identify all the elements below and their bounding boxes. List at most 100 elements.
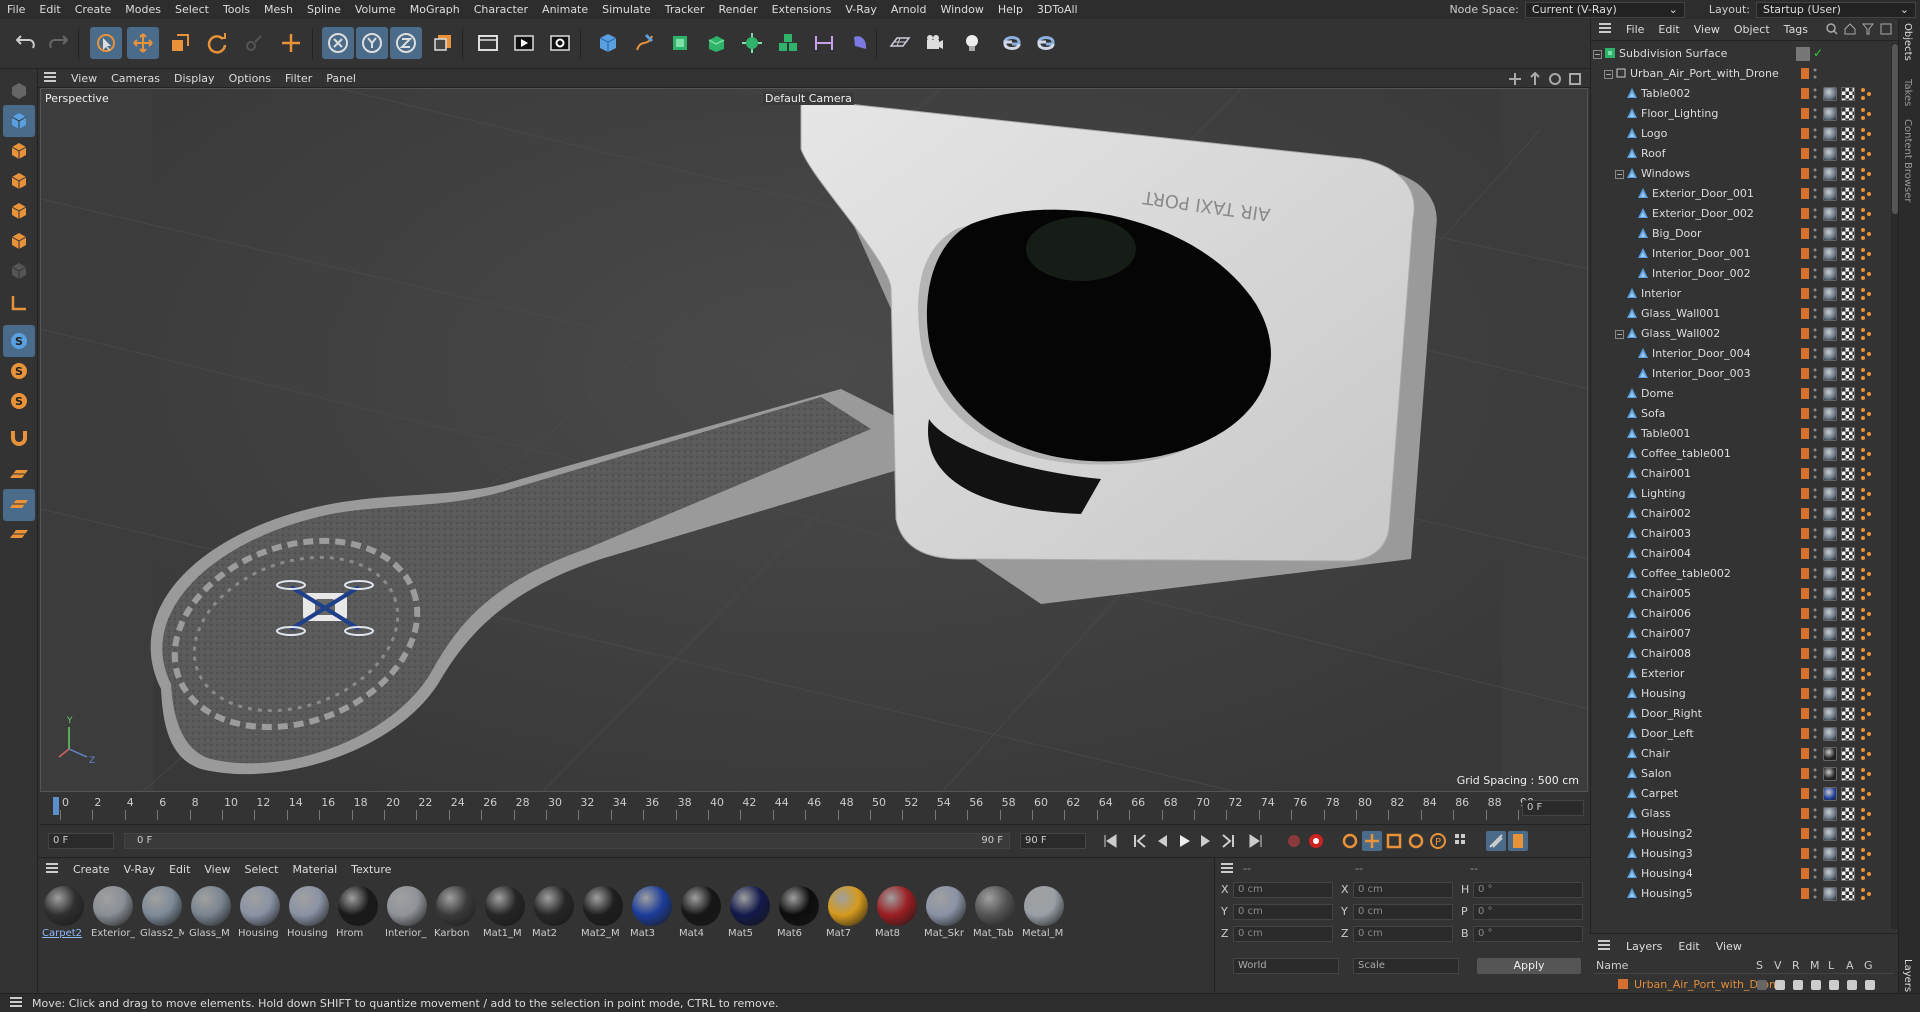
visibility-dots-icon[interactable] bbox=[1813, 527, 1817, 541]
material-tag-icon[interactable] bbox=[1823, 607, 1837, 621]
object-row[interactable]: Chair003 bbox=[1591, 524, 1891, 544]
render-settings-icon[interactable] bbox=[544, 27, 576, 59]
vray-tag-icon[interactable] bbox=[1859, 226, 1873, 245]
layout-dropdown[interactable]: Startup (User) ⌄ bbox=[1756, 1, 1916, 18]
workplane-icon[interactable] bbox=[3, 459, 35, 491]
material-swatch[interactable]: Carpet2 bbox=[42, 884, 86, 944]
layer-color-swatch[interactable] bbox=[1801, 668, 1809, 679]
autokey-icon[interactable] bbox=[1306, 831, 1326, 851]
texture-tag-icon[interactable] bbox=[1841, 187, 1855, 201]
object-name[interactable]: Interior_Door_003 bbox=[1652, 367, 1751, 380]
vray-tag-icon[interactable] bbox=[1859, 706, 1873, 725]
material-tag-icon[interactable] bbox=[1823, 487, 1837, 501]
layer-color-swatch[interactable] bbox=[1801, 288, 1809, 299]
light-icon[interactable] bbox=[956, 27, 988, 59]
texture-tag-icon[interactable] bbox=[1841, 827, 1855, 841]
material-swatch[interactable]: Karbon bbox=[434, 884, 478, 944]
objects-menu-edit[interactable]: Edit bbox=[1651, 23, 1686, 36]
material-tag-icon[interactable] bbox=[1823, 887, 1837, 901]
layer-color-swatch[interactable] bbox=[1801, 728, 1809, 739]
axis-mode-icon[interactable] bbox=[3, 287, 35, 319]
texture-tag-icon[interactable] bbox=[1841, 727, 1855, 741]
material-swatch[interactable]: Mat2 bbox=[532, 884, 576, 944]
x-axis-icon[interactable] bbox=[322, 27, 354, 59]
status-menu-icon[interactable] bbox=[10, 996, 22, 1010]
object-row[interactable]: Coffee_table001 bbox=[1591, 444, 1891, 464]
material-tag-icon[interactable] bbox=[1823, 227, 1837, 241]
menu-edit[interactable]: Edit bbox=[32, 0, 67, 19]
layer-color-swatch[interactable] bbox=[1801, 708, 1809, 719]
visibility-dots-icon[interactable] bbox=[1813, 587, 1817, 601]
material-tag-icon[interactable] bbox=[1823, 747, 1837, 761]
layer-color-swatch[interactable] bbox=[1801, 428, 1809, 439]
material-tag-icon[interactable] bbox=[1823, 847, 1837, 861]
texture-tag-icon[interactable] bbox=[1841, 627, 1855, 641]
menu-render[interactable]: Render bbox=[711, 0, 764, 19]
object-row[interactable]: Glass_Wall002 bbox=[1591, 324, 1891, 344]
visibility-dots-icon[interactable] bbox=[1813, 207, 1817, 221]
object-name[interactable]: Housing4 bbox=[1641, 867, 1693, 880]
object-name[interactable]: Chair003 bbox=[1641, 527, 1691, 540]
texture-tag-icon[interactable] bbox=[1841, 587, 1855, 601]
vray-tag-icon[interactable] bbox=[1859, 486, 1873, 505]
layer-color-swatch[interactable] bbox=[1801, 548, 1809, 559]
visibility-dots-icon[interactable] bbox=[1813, 87, 1817, 101]
layer-color-swatch[interactable] bbox=[1801, 68, 1809, 79]
layer-color-swatch[interactable] bbox=[1801, 688, 1809, 699]
texture-tag-icon[interactable] bbox=[1841, 367, 1855, 381]
material-tag-icon[interactable] bbox=[1823, 767, 1837, 781]
expand-icon[interactable] bbox=[1593, 49, 1602, 59]
expand-icon[interactable] bbox=[1615, 329, 1624, 339]
texture-tag-icon[interactable] bbox=[1841, 747, 1855, 761]
vray-tag-icon[interactable] bbox=[1859, 586, 1873, 605]
position-field[interactable]: 0 cm bbox=[1233, 904, 1333, 920]
material-tag-icon[interactable] bbox=[1823, 147, 1837, 161]
object-name[interactable]: Glass_Wall001 bbox=[1641, 307, 1720, 320]
visibility-dots-icon[interactable] bbox=[1813, 287, 1817, 301]
viewport-menu-display[interactable]: Display bbox=[167, 72, 222, 85]
vray-tag-icon[interactable] bbox=[1859, 166, 1873, 185]
next-key-icon[interactable] bbox=[1218, 831, 1238, 851]
rotation-field[interactable]: 0 ° bbox=[1473, 904, 1583, 920]
material-tag-icon[interactable] bbox=[1823, 387, 1837, 401]
record-disabled-icon[interactable] bbox=[1284, 831, 1304, 851]
object-name[interactable]: Dome bbox=[1641, 387, 1674, 400]
material-tag-icon[interactable] bbox=[1823, 527, 1837, 541]
vray-tag-icon[interactable] bbox=[1859, 266, 1873, 285]
texture-tag-icon[interactable] bbox=[1841, 487, 1855, 501]
workplane-lock-icon[interactable] bbox=[3, 489, 35, 521]
object-row[interactable]: Glass_Wall001 bbox=[1591, 304, 1891, 324]
menu-spline[interactable]: Spline bbox=[300, 0, 348, 19]
layer-color-swatch[interactable] bbox=[1801, 768, 1809, 779]
layer-color-swatch[interactable] bbox=[1801, 148, 1809, 159]
node-space-dropdown[interactable]: Current (V-Ray) ⌄ bbox=[1524, 1, 1685, 18]
object-row[interactable]: Door_Right bbox=[1591, 704, 1891, 724]
snap-icon[interactable]: S bbox=[3, 325, 35, 357]
coord-menu-icon[interactable] bbox=[1221, 863, 1233, 876]
vray-tag-icon[interactable] bbox=[1859, 86, 1873, 105]
visibility-dots-icon[interactable] bbox=[1813, 187, 1817, 201]
size-field[interactable]: 0 cm bbox=[1353, 904, 1453, 920]
object-name[interactable]: Roof bbox=[1641, 147, 1665, 160]
material-swatch[interactable]: Mat6 bbox=[777, 884, 821, 944]
object-row[interactable]: Chair005 bbox=[1591, 584, 1891, 604]
visibility-dots-icon[interactable] bbox=[1813, 67, 1817, 81]
viewport-menu-filter[interactable]: Filter bbox=[278, 72, 319, 85]
object-name[interactable]: Exterior bbox=[1641, 667, 1684, 680]
start-frame-field[interactable]: 0 F bbox=[48, 833, 114, 849]
texture-tag-icon[interactable] bbox=[1841, 567, 1855, 581]
menu-mograph[interactable]: MoGraph bbox=[403, 0, 467, 19]
menu-tracker[interactable]: Tracker bbox=[658, 0, 712, 19]
material-tag-icon[interactable] bbox=[1823, 667, 1837, 681]
object-row[interactable]: Glass bbox=[1591, 804, 1891, 824]
object-name[interactable]: Housing3 bbox=[1641, 847, 1693, 860]
generator-icon[interactable] bbox=[1864, 979, 1876, 994]
prev-key-icon[interactable] bbox=[1130, 831, 1150, 851]
visibility-dots-icon[interactable] bbox=[1813, 387, 1817, 401]
material-tag-icon[interactable] bbox=[1823, 647, 1837, 661]
texture-tag-icon[interactable] bbox=[1841, 107, 1855, 121]
size-field[interactable]: 0 cm bbox=[1353, 882, 1453, 898]
visibility-dots-icon[interactable] bbox=[1813, 427, 1817, 441]
vray-tag-icon[interactable] bbox=[1859, 886, 1873, 905]
object-row[interactable]: Exterior bbox=[1591, 664, 1891, 684]
